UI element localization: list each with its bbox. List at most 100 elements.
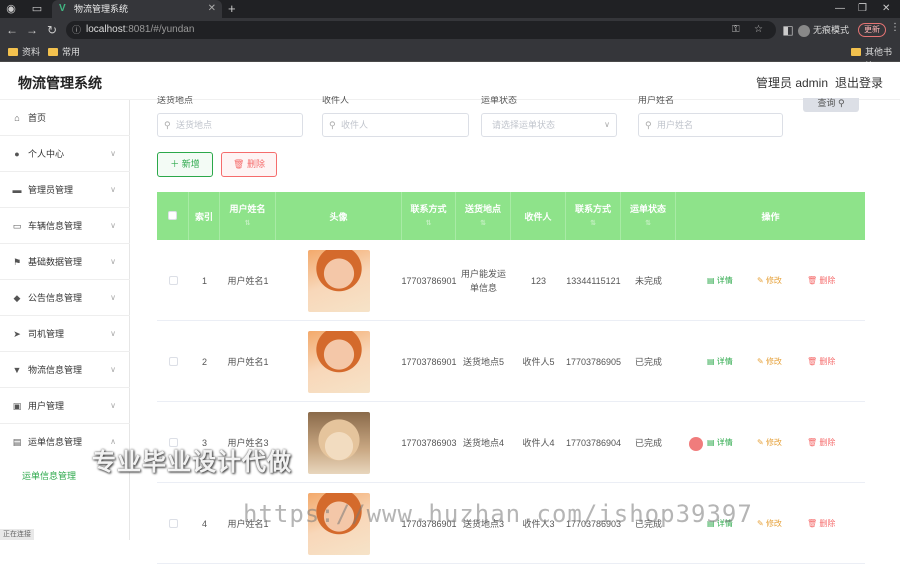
more-menu-icon[interactable]: ⋮: [890, 22, 900, 33]
trash-icon: 🗑: [807, 438, 818, 447]
user-icon: ●: [14, 149, 20, 159]
select-all-checkbox[interactable]: [157, 192, 189, 240]
op-label: 详情: [716, 276, 733, 285]
browser-menu-icon[interactable]: ◉: [4, 2, 18, 16]
key-icon[interactable]: ⚿: [732, 21, 740, 39]
col-phone[interactable]: 联系方式 ⇅: [402, 192, 456, 240]
document-icon: ▤: [707, 438, 715, 447]
edit-button[interactable]: ✎ 修改: [757, 402, 782, 483]
table-header: 索引 用户姓名 ⇅ 头像 联系方式 ⇅ 送货地点 ⇅ 收件人 联系方式 ⇅ 运单状态 ⇅ …: [157, 192, 865, 240]
avatar[interactable]: [308, 249, 370, 312]
browser-tab-title: 物流管理系统: [74, 4, 129, 14]
bookmark-folder-ziliao[interactable]: 资料: [8, 45, 40, 59]
col-recipient-phone[interactable]: 联系方式 ⇅: [566, 192, 621, 240]
detail-button[interactable]: ▤ 详情: [707, 402, 733, 483]
avatar[interactable]: [308, 330, 370, 393]
incognito-profile[interactable]: 无痕模式: [798, 22, 849, 38]
recipient-search-input[interactable]: ⚲ 收件人: [322, 113, 469, 137]
close-tab-icon[interactable]: ✕: [208, 0, 216, 18]
table-row: 1 用户姓名1 17703786901 用户能发运单信息 123 1334411…: [157, 240, 865, 321]
chat-icon: ▭: [12, 221, 22, 231]
delete-button[interactable]: 🗑 删除: [807, 240, 835, 321]
admin-label: 管理员 admin: [756, 76, 829, 90]
delete-button[interactable]: 🗑 删除: [807, 321, 835, 402]
col-label: 联系方式: [410, 204, 447, 214]
detail-button[interactable]: ▤ 详情: [707, 321, 733, 402]
add-button[interactable]: ＋ 新增: [157, 152, 213, 177]
url-input[interactable]: ⓘ localhost:8081/#/yundan ⚿ ☆: [66, 21, 776, 39]
cell-place: 送货地点5: [462, 356, 504, 367]
flag-icon: ⚑: [12, 257, 22, 267]
filter-label-username: 用户姓名: [638, 96, 675, 104]
sidebar-item-drivers[interactable]: ➤ 司机管理 ∨: [0, 316, 130, 352]
new-tab-icon[interactable]: +: [228, 0, 236, 18]
pencil-icon: ✎: [757, 357, 764, 366]
checkbox[interactable]: [168, 357, 178, 366]
chevron-down-icon: ∨: [110, 221, 116, 230]
cell-place: 用户能发运单信息: [460, 268, 506, 293]
bookmark-label: 常用: [62, 47, 81, 57]
sidebar-item-profile[interactable]: ● 个人中心 ∨: [0, 136, 130, 172]
document-icon: ▤: [707, 276, 715, 285]
place-search-input[interactable]: ⚲ 送货地点: [157, 113, 303, 137]
location-icon: ◆: [13, 293, 21, 303]
bookmark-folder-changyong[interactable]: 常用: [48, 45, 80, 59]
sidebar-item-label: 公告信息管理: [28, 293, 83, 303]
col-recipient[interactable]: 收件人: [511, 192, 566, 240]
col-avatar[interactable]: 头像: [276, 192, 402, 240]
reload-icon[interactable]: ↻: [44, 22, 60, 38]
checkbox[interactable]: [168, 276, 178, 285]
col-status[interactable]: 运单状态 ⇅: [621, 192, 676, 240]
logout-link[interactable]: 退出登录: [835, 74, 883, 91]
edit-button[interactable]: ✎ 修改: [757, 483, 782, 564]
delete-button[interactable]: 🗑 删除: [807, 402, 835, 483]
batch-delete-button[interactable]: 🗑 删除: [221, 152, 277, 177]
op-label: 修改: [765, 276, 782, 285]
star-icon[interactable]: ☆: [754, 21, 763, 39]
restore-icon[interactable]: ❐: [858, 0, 867, 18]
edit-button[interactable]: ✎ 修改: [757, 240, 782, 321]
sidebar-item-admins[interactable]: ▬ 管理员管理 ∨: [0, 172, 130, 208]
search-icon: ⚲: [329, 120, 336, 130]
cell-username: 用户姓名1: [227, 356, 269, 367]
tab-list-icon[interactable]: ▭: [30, 2, 44, 16]
col-label: 运单状态: [629, 204, 666, 214]
filter-label-recipient: 收件人: [322, 96, 350, 104]
sidebar-item-vehicles[interactable]: ▭ 车辆信息管理 ∨: [0, 208, 130, 244]
detail-button[interactable]: ▤ 详情: [707, 240, 733, 321]
avatar[interactable]: [308, 411, 370, 474]
browser-tab[interactable]: V 物流管理系统 ✕: [52, 0, 222, 18]
minimize-icon[interactable]: —: [835, 0, 845, 18]
row-checkbox[interactable]: [157, 483, 189, 564]
cell-phone: 17703786901: [401, 275, 457, 286]
update-button[interactable]: 更新: [858, 23, 886, 37]
forward-icon[interactable]: →: [24, 22, 40, 38]
checkbox[interactable]: [168, 211, 177, 220]
sidebar-item-label: 用户管理: [28, 401, 65, 411]
row-checkbox[interactable]: [157, 321, 189, 402]
sort-icon: ⇅: [645, 220, 651, 227]
op-label: 删除: [819, 438, 836, 447]
col-place[interactable]: 送货地点 ⇅: [456, 192, 511, 240]
checkbox[interactable]: [168, 519, 178, 528]
sidebar-item-basedata[interactable]: ⚑ 基础数据管理 ∨: [0, 244, 130, 280]
pencil-icon: ✎: [757, 519, 764, 528]
sidebar-item-users[interactable]: ▣ 用户管理 ∨: [0, 388, 130, 424]
close-window-icon[interactable]: ✕: [882, 0, 890, 18]
status-select[interactable]: 请选择运单状态 ∨: [481, 113, 617, 137]
username-search-input[interactable]: ⚲ 用户姓名: [638, 113, 783, 137]
op-label: 删除: [819, 519, 836, 528]
query-button[interactable]: 查询 ⚲: [803, 98, 859, 112]
chevron-down-icon: ∨: [110, 401, 116, 410]
row-checkbox[interactable]: [157, 240, 189, 321]
col-username[interactable]: 用户姓名 ⇅: [220, 192, 276, 240]
sidebar-item-label: 车辆信息管理: [28, 221, 83, 231]
edit-button[interactable]: ✎ 修改: [757, 321, 782, 402]
sidebar-item-home[interactable]: ⌂ 首页: [0, 100, 130, 136]
document-icon: ▤: [707, 357, 715, 366]
delete-button[interactable]: 🗑 删除: [807, 483, 835, 564]
sidepanel-icon[interactable]: ◧: [780, 22, 796, 38]
back-icon[interactable]: ←: [4, 22, 20, 38]
sidebar-item-logistics[interactable]: ▼ 物流信息管理 ∨: [0, 352, 130, 388]
sidebar-item-notices[interactable]: ◆ 公告信息管理 ∨: [0, 280, 130, 316]
